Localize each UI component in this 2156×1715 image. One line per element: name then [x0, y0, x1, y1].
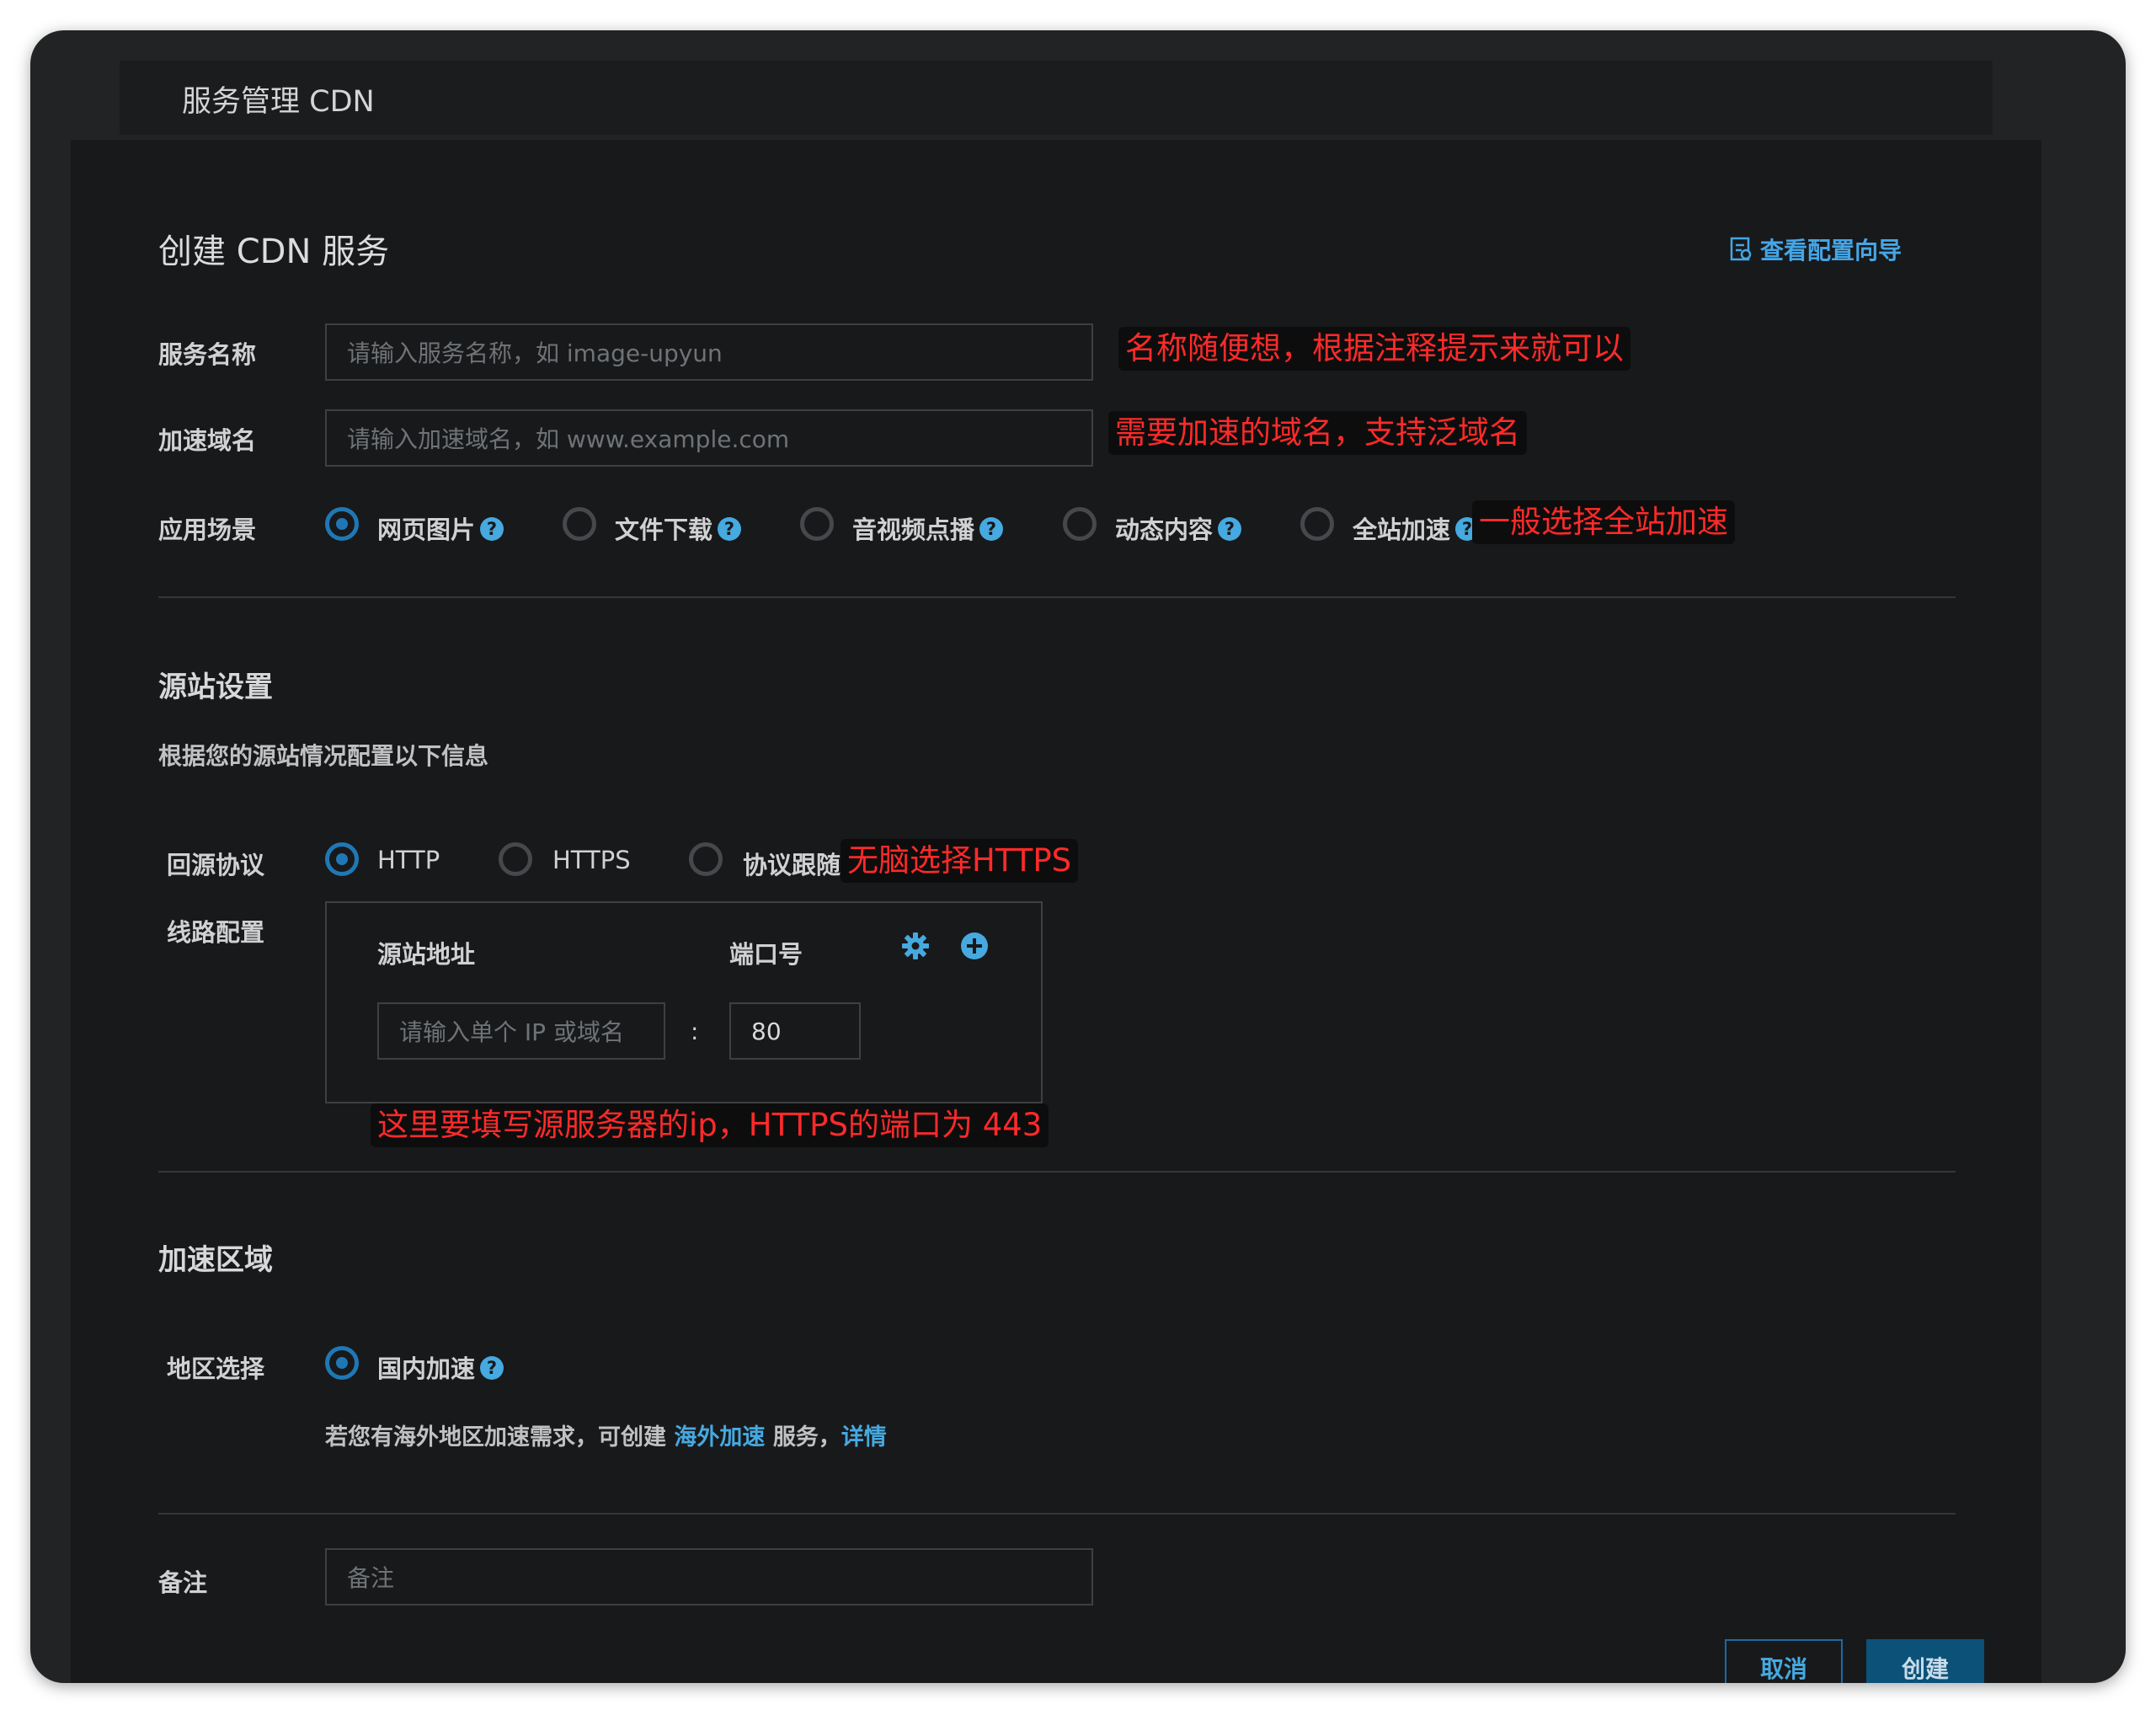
scenario-option-web-image[interactable]: 网页图片?	[377, 510, 504, 546]
annotation-scenario: 一般选择全站加速	[1472, 500, 1735, 544]
help-icon[interactable]: ?	[718, 517, 742, 541]
remark-label: 备注	[158, 1568, 208, 1597]
protocol-radio-https[interactable]	[499, 842, 532, 876]
protocol-label: 回源协议	[167, 851, 265, 879]
scenario-option-label: 音视频点播	[852, 516, 975, 544]
region-label: 地区选择	[167, 1354, 265, 1383]
annotation-domain: 需要加速的域名，支持泛域名	[1108, 411, 1527, 455]
service-name-input[interactable]: 请输入服务名称，如 image-upyun	[325, 323, 1093, 381]
origin-address-input[interactable]: 请输入单个 IP 或域名	[377, 1002, 665, 1060]
region-section-title: 加速区域	[158, 1243, 273, 1277]
protocol-radio-http[interactable]	[325, 842, 359, 876]
origin-section-title: 源站设置	[158, 671, 273, 704]
create-form-panel: 创建 CDN 服务 查看配置向导 服务名称 请输入服务名称，如 image-up…	[71, 140, 2041, 1683]
overseas-hint-middle: 服务，	[772, 1424, 841, 1451]
scenario-radio-file-download[interactable]	[563, 507, 596, 541]
annotation-name: 名称随便想，根据注释提示来就可以	[1118, 327, 1630, 371]
scenario-option-label: 文件下载	[615, 516, 713, 544]
scenario-option-dynamic[interactable]: 动态内容?	[1115, 510, 1242, 546]
scenario-option-vod[interactable]: 音视频点播?	[852, 510, 1004, 546]
help-icon[interactable]: ?	[1218, 517, 1242, 541]
overseas-hint: 若您有海外地区加速需求，可创建 海外加速 服务，详情	[325, 1418, 887, 1451]
protocol-option-https[interactable]: HTTPS	[552, 846, 631, 874]
cancel-button[interactable]: 取消	[1725, 1639, 1843, 1683]
add-circle-icon[interactable]	[960, 932, 989, 960]
scenario-option-full-site[interactable]: 全站加速?	[1353, 510, 1480, 546]
scenario-option-label: 网页图片	[377, 516, 476, 544]
scenario-radio-full-site[interactable]	[1300, 507, 1334, 541]
protocol-option-http[interactable]: HTTP	[377, 846, 440, 874]
overseas-hint-prefix: 若您有海外地区加速需求，可创建	[325, 1424, 666, 1451]
service-name-label: 服务名称	[158, 340, 257, 369]
help-icon[interactable]: ?	[480, 517, 504, 541]
protocol-option-follow[interactable]: 协议跟随	[743, 846, 841, 881]
port-input[interactable]: 80	[729, 1002, 861, 1060]
scenario-option-label: 动态内容	[1115, 516, 1214, 544]
region-radio-domestic[interactable]	[325, 1346, 359, 1380]
gear-icon[interactable]	[901, 932, 930, 960]
divider	[158, 1513, 1956, 1515]
remark-input[interactable]: 备注	[325, 1548, 1093, 1605]
scenario-option-file-download[interactable]: 文件下载?	[615, 510, 742, 546]
origin-section-desc: 根据您的源站情况配置以下信息	[158, 742, 489, 770]
domain-label: 加速域名	[158, 426, 257, 455]
help-icon[interactable]: ?	[979, 517, 1004, 541]
route-config-box: 源站地址 端口号 请输入单个 IP 或域名: 80	[325, 901, 1043, 1103]
region-option-label: 国内加速	[377, 1354, 476, 1383]
guide-doc-icon	[1730, 237, 1752, 261]
window-title: 服务管理 CDN	[182, 85, 375, 119]
overseas-acceleration-link[interactable]: 海外加速	[674, 1424, 765, 1451]
app-window: 服务管理 CDN 创建 CDN 服务 查看配置向导 服务名称 请输入服务名称，如…	[30, 30, 2126, 1683]
details-link[interactable]: 详情	[841, 1424, 887, 1451]
port-header: 端口号	[729, 940, 803, 969]
scenario-radio-dynamic[interactable]	[1063, 507, 1097, 541]
page-title: 创建 CDN 服务	[158, 232, 390, 271]
divider	[158, 596, 1956, 598]
region-option-domestic[interactable]: 国内加速?	[377, 1349, 504, 1385]
scenario-option-label: 全站加速	[1353, 516, 1451, 544]
address-port-separator: :	[691, 1018, 699, 1045]
protocol-radio-follow[interactable]	[689, 842, 723, 876]
window-titlebar: 服务管理 CDN	[120, 61, 1993, 135]
config-guide-label: 查看配置向导	[1760, 237, 1903, 264]
origin-address-header: 源站地址	[377, 940, 476, 969]
domain-input[interactable]: 请输入加速域名，如 www.example.com	[325, 409, 1093, 467]
create-button[interactable]: 创建	[1866, 1639, 1984, 1683]
route-label: 线路配置	[167, 918, 265, 947]
scenario-label: 应用场景	[158, 516, 257, 544]
divider	[158, 1171, 1956, 1173]
annotation-protocol: 无脑选择HTTPS	[841, 839, 1079, 883]
config-guide-link[interactable]: 查看配置向导	[1730, 232, 1902, 266]
scenario-radio-vod[interactable]	[800, 507, 834, 541]
scenario-radio-web-image[interactable]	[325, 507, 359, 541]
annotation-origin: 这里要填写源服务器的ip，HTTPS的端口为 443	[371, 1103, 1049, 1147]
help-icon[interactable]: ?	[480, 1356, 504, 1380]
